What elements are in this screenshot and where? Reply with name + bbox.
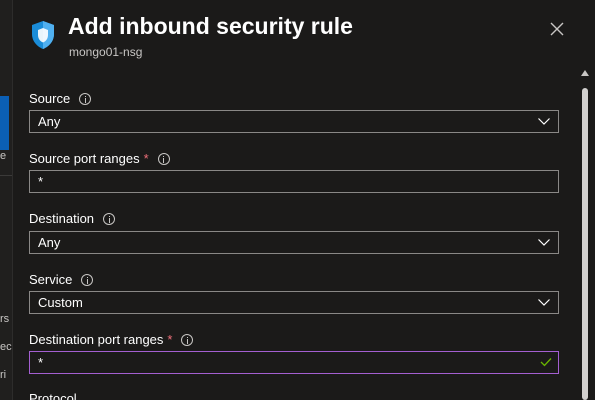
background-text: ri — [0, 369, 7, 381]
protocol-label: Protocol — [29, 391, 77, 400]
source-label: Source — [29, 91, 92, 106]
source-label-text: Source — [29, 91, 71, 106]
destination-port-ranges-value: * — [38, 355, 44, 370]
destination-port-ranges-input[interactable]: * — [29, 351, 559, 374]
destination-label: Destination — [29, 211, 116, 226]
destination-port-ranges-label: Destination port ranges * — [29, 332, 194, 347]
info-icon[interactable] — [79, 92, 92, 105]
panel-subtitle: mongo01-nsg — [69, 45, 143, 59]
info-icon[interactable] — [157, 152, 170, 165]
source-value: Any — [38, 114, 61, 129]
destination-dropdown[interactable]: Any — [29, 231, 559, 254]
source-port-ranges-input[interactable]: * — [29, 170, 559, 193]
required-marker: * — [143, 151, 149, 166]
shield-icon — [32, 21, 54, 49]
destination-port-ranges-label-text: Destination port ranges — [29, 332, 164, 347]
destination-label-text: Destination — [29, 211, 95, 226]
background-page: e rs ec ri — [0, 0, 12, 400]
panel-title: Add inbound security rule — [68, 13, 353, 39]
chevron-down-icon — [538, 239, 550, 246]
background-text: e — [0, 150, 7, 162]
background-selected-item — [0, 96, 9, 150]
info-icon[interactable] — [81, 273, 94, 286]
background-text: ec — [0, 341, 12, 353]
chevron-down-icon — [538, 299, 550, 306]
destination-value: Any — [38, 235, 61, 250]
panel-header: Add inbound security rule mongo01-nsg — [13, 0, 595, 70]
service-value: Custom — [38, 295, 83, 310]
service-dropdown[interactable]: Custom — [29, 291, 559, 314]
background-divider — [0, 175, 12, 176]
source-dropdown[interactable]: Any — [29, 110, 559, 133]
scrollbar[interactable] — [579, 68, 593, 400]
background-strip — [0, 0, 12, 400]
source-port-ranges-value: * — [38, 174, 44, 189]
info-icon[interactable] — [103, 212, 116, 225]
required-marker: * — [167, 332, 173, 347]
protocol-label-text: Protocol — [29, 391, 77, 400]
source-port-ranges-label: Source port ranges * — [29, 151, 170, 166]
service-label-text: Service — [29, 272, 73, 287]
background-text: rs — [0, 313, 10, 325]
source-port-ranges-label-text: Source port ranges — [29, 151, 140, 166]
service-label: Service — [29, 272, 94, 287]
chevron-down-icon — [538, 118, 550, 125]
checkmark-icon — [540, 358, 552, 367]
close-icon[interactable] — [546, 18, 568, 40]
add-inbound-rule-panel: Add inbound security rule mongo01-nsg So… — [12, 0, 595, 400]
scroll-up-arrow-icon[interactable] — [581, 70, 589, 76]
scrollbar-thumb[interactable] — [582, 88, 588, 400]
info-icon[interactable] — [181, 333, 194, 346]
